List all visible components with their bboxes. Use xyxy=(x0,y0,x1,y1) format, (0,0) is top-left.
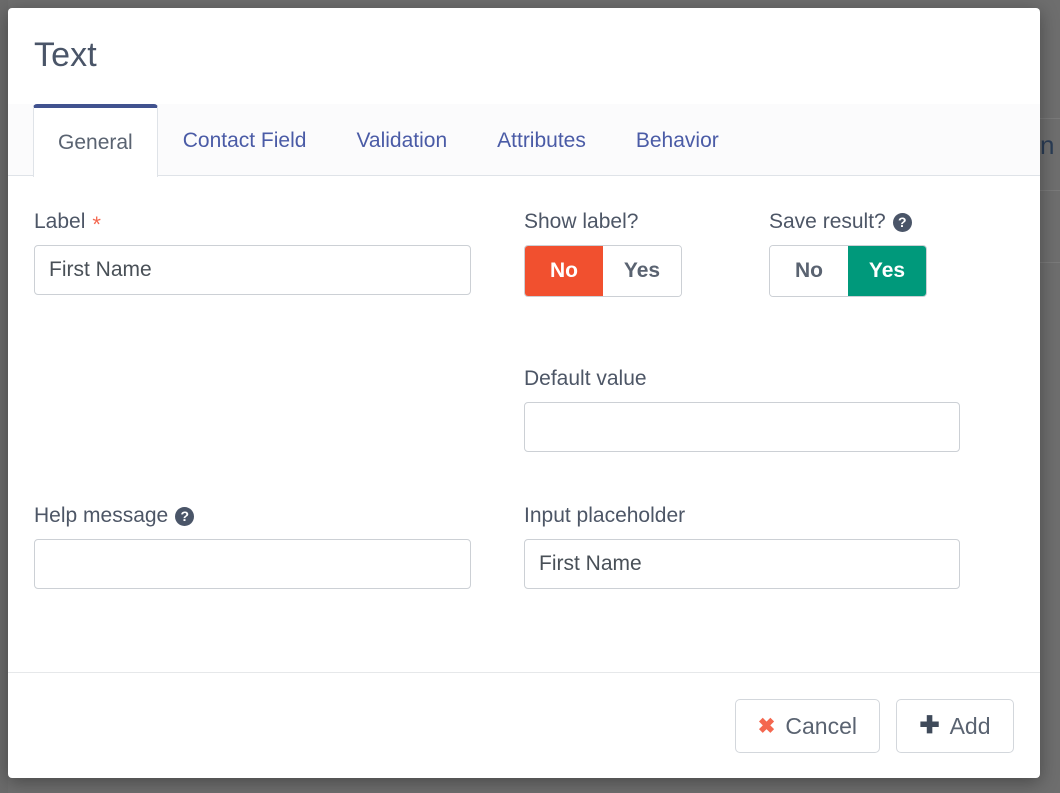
add-button[interactable]: ✚ Add xyxy=(896,699,1014,753)
background-row-divider xyxy=(1040,118,1060,119)
form-row-1: Label * Show label? No Yes Save result? … xyxy=(34,210,1014,297)
question-circle-icon[interactable]: ? xyxy=(175,506,195,526)
save-result-field-label: Save result? ? xyxy=(769,210,1014,234)
label-text: Label xyxy=(34,210,86,233)
label-text: Help message xyxy=(34,504,169,527)
tab-label: General xyxy=(58,130,133,154)
label-field-label: Label * xyxy=(34,210,524,237)
help-message-input[interactable] xyxy=(34,539,471,589)
field-group-default-value: Default value xyxy=(524,367,984,452)
cancel-button-label: Cancel xyxy=(785,712,857,739)
show-label-field-label: Show label? xyxy=(524,210,769,234)
label-text: Default value xyxy=(524,367,647,390)
show-label-toggle-yes[interactable]: Yes xyxy=(603,246,681,296)
tab-attributes[interactable]: Attributes xyxy=(472,104,611,176)
tab-label: Behavior xyxy=(635,128,719,152)
form-row-2-spacer xyxy=(34,367,524,452)
tab-bar: General Contact Field Validation Attribu… xyxy=(8,104,1040,177)
show-label-toggle-no[interactable]: No xyxy=(525,246,603,296)
required-asterisk: * xyxy=(92,212,101,237)
tab-label: Attributes xyxy=(497,128,586,152)
field-group-input-placeholder: Input placeholder xyxy=(524,504,984,589)
background-page-right-sliver xyxy=(1040,0,1060,793)
background-text-fragment: n xyxy=(1040,130,1055,160)
background-row-divider xyxy=(1040,190,1060,191)
cancel-button[interactable]: ✖ Cancel xyxy=(734,699,880,753)
close-x-icon: ✖ xyxy=(757,714,776,738)
page-title: Text xyxy=(34,36,97,74)
field-group-help-message: Help message ? xyxy=(34,504,524,589)
form-row-2: Default value xyxy=(34,367,1014,452)
save-result-toggle-group: No Yes xyxy=(769,245,927,297)
modal-footer: ✖ Cancel ✚ Add xyxy=(8,672,1040,778)
tab-contact-field[interactable]: Contact Field xyxy=(158,104,332,176)
tab-general[interactable]: General xyxy=(33,104,158,177)
save-result-toggle-no[interactable]: No xyxy=(770,246,848,296)
input-placeholder-input[interactable] xyxy=(524,539,960,589)
tab-behavior[interactable]: Behavior xyxy=(611,104,744,176)
default-value-input[interactable] xyxy=(524,402,960,452)
modal-body: Label * Show label? No Yes Save result? … xyxy=(8,176,1040,672)
question-circle-icon[interactable]: ? xyxy=(892,212,912,232)
save-result-toggle-yes[interactable]: Yes xyxy=(848,246,926,296)
add-button-label: Add xyxy=(949,712,991,739)
tab-label: Contact Field xyxy=(182,128,307,152)
plus-icon: ✚ xyxy=(919,712,940,739)
input-placeholder-field-label: Input placeholder xyxy=(524,504,984,528)
label-text: Save result? xyxy=(769,210,886,233)
field-group-save-result: Save result? ? No Yes xyxy=(769,210,1014,297)
field-group-label: Label * xyxy=(34,210,524,297)
help-message-field-label: Help message ? xyxy=(34,504,524,528)
modal-header: Text xyxy=(8,8,1040,76)
form-row-3: Help message ? Input placeholder xyxy=(34,504,1014,589)
show-label-toggle-group: No Yes xyxy=(524,245,682,297)
background-row-divider xyxy=(1040,262,1060,263)
tab-validation[interactable]: Validation xyxy=(331,104,472,176)
background-page-left-sliver xyxy=(0,0,8,793)
default-value-field-label: Default value xyxy=(524,367,984,391)
label-input[interactable] xyxy=(34,245,471,295)
tab-label: Validation xyxy=(356,128,448,152)
label-text: Input placeholder xyxy=(524,504,686,527)
field-settings-modal: Text General Contact Field Validation At… xyxy=(8,8,1040,778)
field-group-show-label: Show label? No Yes xyxy=(524,210,769,297)
label-text: Show label? xyxy=(524,210,639,233)
